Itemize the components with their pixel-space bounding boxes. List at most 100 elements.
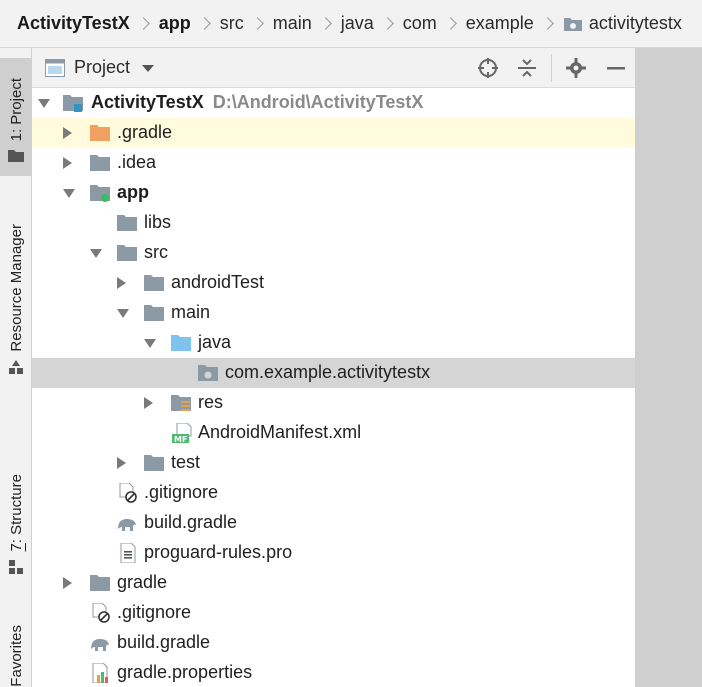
tree-label: src [144,242,168,262]
tree-label: gradle.properties [117,662,253,682]
hide-panel-button[interactable] [604,56,628,80]
tree-label-text: ActivityTestX [91,92,204,112]
editor-gutter [635,48,702,687]
breadcrumb-app[interactable]: app [159,13,191,34]
svg-text:MF: MF [174,435,187,443]
text-file-icon [120,543,136,563]
tab-favorites-label: Favorites [7,625,25,687]
project-view-icon [45,58,65,77]
package-icon [198,365,218,381]
resource-folder-icon [171,395,191,411]
tree-label: app [117,182,150,202]
tree-row[interactable]: androidTest [32,268,635,298]
header-divider [551,54,552,82]
tree-label: res [198,392,224,412]
folder-icon [90,575,110,591]
tree-label: java [198,332,232,352]
chevron-down-icon[interactable] [142,65,155,72]
folder-icon [144,305,164,321]
tree-row[interactable]: .gradle [32,118,635,148]
tree-label: build.gradle [117,632,211,652]
tree-row[interactable]: gradle [32,568,635,598]
tree-label: ActivityTestX D:\Android\ActivityTestX [91,92,423,113]
tree-label: AndroidManifest.xml [198,422,362,442]
gitignore-icon [119,483,137,503]
folder-icon [144,275,164,291]
breadcrumb-main[interactable]: main [273,13,312,34]
tab-resource-manager[interactable]: Resource Manager [0,198,32,378]
folder-icon [90,125,110,141]
tree-row[interactable]: com.example.activitytestx [32,358,635,388]
breadcrumb-project[interactable]: ActivityTestX [17,13,130,34]
breadcrumb-activitytestx[interactable]: activitytestx [563,13,682,34]
resource-manager-icon [9,360,23,374]
breadcrumb-java[interactable]: java [341,13,374,34]
settings-button[interactable] [564,56,588,80]
tree-row[interactable]: app [32,178,635,208]
collapse-all-button[interactable] [515,56,539,80]
breadcrumb-example[interactable]: example [466,13,534,34]
tree-label: .idea [117,152,157,172]
folder-icon [117,245,137,261]
tree-row[interactable]: test [32,448,635,478]
structure-icon [9,560,23,574]
tree-label: libs [144,212,172,232]
tab-favorites[interactable]: Favorites [0,608,32,687]
tree-row[interactable]: main [32,298,635,328]
tree-label: androidTest [171,272,265,292]
project-path: D:\Android\ActivityTestX [212,92,424,112]
left-tool-stripe: 1: Project Resource Manager 7: Structure… [0,48,32,687]
tree-row[interactable]: java [32,328,635,358]
tab-project[interactable]: 1: Project [0,58,32,176]
expand-arrow-icon[interactable] [117,277,126,289]
folder-icon [90,155,110,171]
expand-arrow-icon[interactable] [63,577,72,589]
tree-label: .gitignore [144,482,219,502]
gradle-elephant-icon [118,519,136,531]
project-tree: ActivityTestX D:\Android\ActivityTestX .g… [32,88,635,687]
expand-arrow-icon[interactable] [117,309,129,318]
tree-row[interactable]: build.gradle [32,508,635,538]
minimize-icon [607,67,625,70]
expand-arrow-icon[interactable] [144,339,156,348]
breadcrumb-src[interactable]: src [220,13,244,34]
source-folder-icon [171,335,191,351]
collapse-all-icon [518,59,536,77]
gradle-elephant-icon [91,639,109,651]
expand-arrow-icon[interactable] [144,397,153,409]
tree-row[interactable]: .gitignore [32,478,635,508]
expand-arrow-icon[interactable] [90,249,102,258]
tab-resource-manager-label: Resource Manager [7,224,25,352]
expand-arrow-icon[interactable] [63,157,72,169]
tree-row[interactable]: libs [32,208,635,238]
chevron-right-icon [443,17,457,30]
chevron-right-icon [540,17,554,30]
tree-row[interactable]: gradle.properties [32,658,635,687]
tree-row[interactable]: src [32,238,635,268]
tree-row[interactable]: MF AndroidManifest.xml [32,418,635,448]
navigation-bar: ActivityTestX app src main java com exam… [0,0,702,48]
chevron-right-icon [250,17,264,30]
expand-arrow-icon[interactable] [63,127,72,139]
tab-structure[interactable]: 7: Structure [0,453,32,578]
expand-arrow-icon[interactable] [63,189,75,198]
package-icon [563,18,582,31]
project-view-title[interactable]: Project [74,57,130,78]
tree-row[interactable]: .idea [32,148,635,178]
expand-arrow-icon[interactable] [117,457,126,469]
locate-button[interactable] [476,56,500,80]
chevron-right-icon [380,17,394,30]
folder-icon [117,215,137,231]
tree-row[interactable]: .gitignore [32,598,635,628]
expand-arrow-icon[interactable] [38,99,50,108]
tab-project-label: 1: Project [7,77,25,141]
gitignore-icon [92,603,110,623]
tree-row[interactable]: build.gradle [32,628,635,658]
breadcrumb-com[interactable]: com [403,13,437,34]
tree-row[interactable]: ActivityTestX D:\Android\ActivityTestX [32,88,635,118]
tree-row[interactable]: res [32,388,635,418]
tree-label: .gitignore [117,602,192,622]
module-folder-icon [63,95,83,112]
chevron-right-icon [197,17,211,30]
tree-row[interactable]: proguard-rules.pro [32,538,635,568]
